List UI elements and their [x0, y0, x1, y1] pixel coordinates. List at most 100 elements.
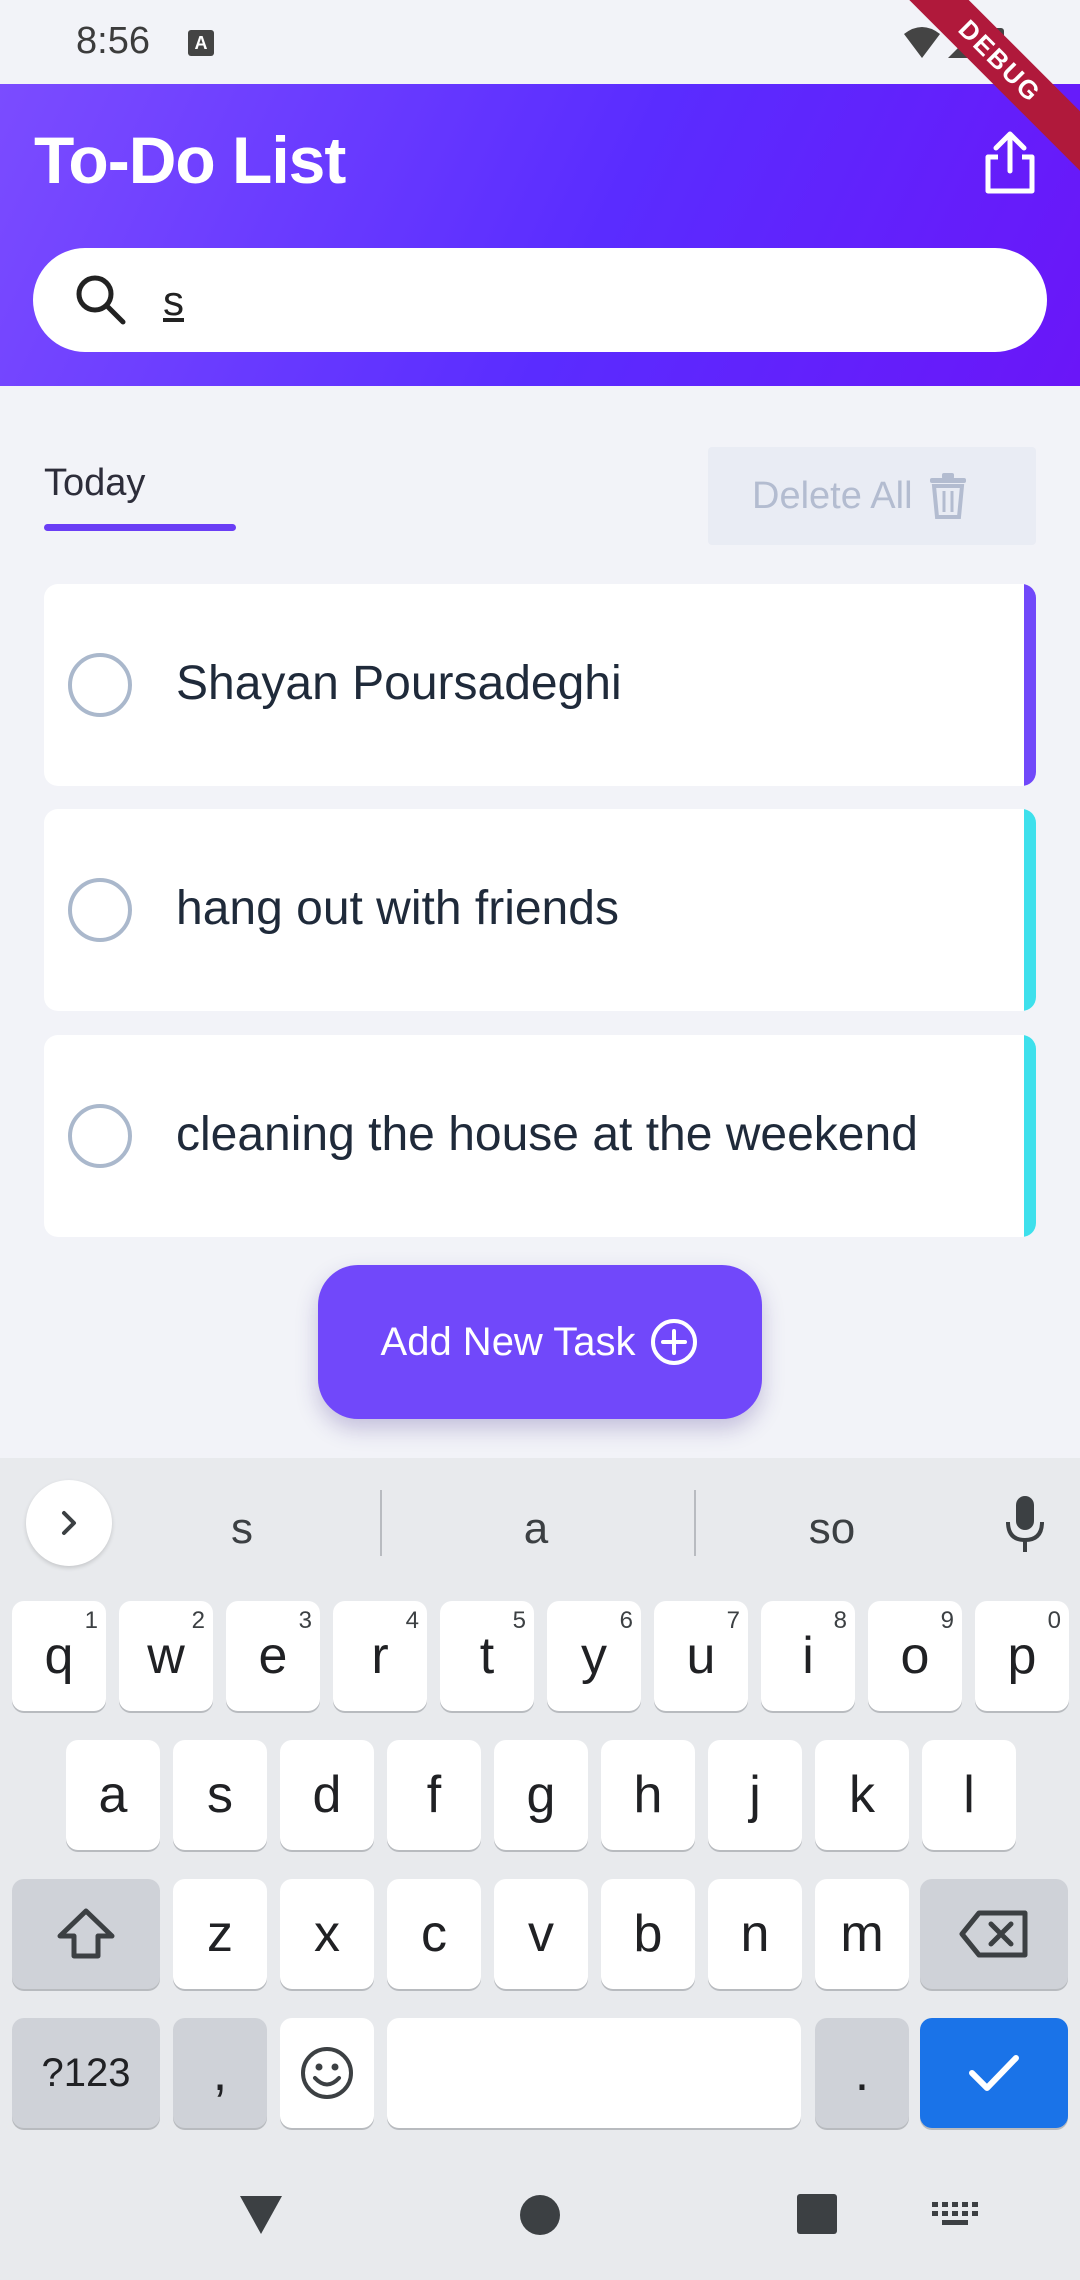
task-accent-bar — [1024, 1035, 1036, 1237]
share-icon — [985, 131, 1035, 194]
chevron-right-icon — [62, 1511, 76, 1535]
task-card[interactable]: Shayan Poursadeghi — [44, 584, 1036, 786]
key-label: y — [581, 1627, 607, 1685]
key-j[interactable]: j — [708, 1740, 802, 1850]
task-title: cleaning the house at the weekend — [176, 1108, 918, 1161]
key-label: r — [371, 1627, 389, 1685]
suggestion-divider — [380, 1490, 382, 1556]
add-new-task-button[interactable]: Add New Task — [318, 1265, 762, 1419]
key-label: t — [479, 1627, 495, 1685]
key-hint: 7 — [726, 1607, 740, 1634]
key-label: i — [802, 1627, 814, 1685]
key-label: q — [44, 1627, 74, 1685]
key-a[interactable]: a — [66, 1740, 160, 1850]
app-screen: 8:56 A DEBUG To-Do List Today — [0, 0, 1080, 2280]
status-time: 8:56 — [76, 20, 150, 62]
key-hint: 2 — [191, 1607, 205, 1634]
key-n[interactable]: n — [708, 1879, 802, 1989]
enter-key[interactable] — [920, 2018, 1068, 2128]
search-bar[interactable] — [33, 248, 1047, 352]
key-c[interactable]: c — [387, 1879, 481, 1989]
page-title: To-Do List — [34, 123, 346, 197]
task-checkbox[interactable] — [68, 1104, 132, 1168]
key-hint: 4 — [405, 1607, 419, 1634]
emoji-icon — [301, 2047, 353, 2099]
shift-icon — [57, 1908, 115, 1959]
key-e[interactable]: e3 — [226, 1601, 320, 1711]
key-s[interactable]: s — [173, 1740, 267, 1850]
comma-key[interactable]: , — [173, 2018, 267, 2128]
tab-today[interactable]: Today — [44, 462, 145, 505]
checkmark-icon — [969, 2055, 1019, 2091]
key-g[interactable]: g — [494, 1740, 588, 1850]
app-header: To-Do List — [0, 84, 1080, 386]
key-f[interactable]: f — [387, 1740, 481, 1850]
key-h[interactable]: h — [601, 1740, 695, 1850]
delete-all-button[interactable]: Delete All — [708, 447, 1036, 545]
task-accent-bar — [1024, 584, 1036, 786]
emoji-key[interactable] — [280, 2018, 374, 2128]
task-card[interactable]: cleaning the house at the weekend — [44, 1035, 1036, 1237]
key-label: e — [258, 1627, 288, 1685]
keyboard-hide-icon[interactable] — [932, 2202, 980, 2232]
key-l[interactable]: l — [922, 1740, 1016, 1850]
key-t[interactable]: t5 — [440, 1601, 534, 1711]
key-z[interactable]: z — [173, 1879, 267, 1989]
plus-circle-icon — [651, 1319, 698, 1365]
space-key[interactable] — [387, 2018, 801, 2128]
key-k[interactable]: k — [815, 1740, 909, 1850]
key-x[interactable]: x — [280, 1879, 374, 1989]
shift-key[interactable] — [12, 1879, 160, 1989]
key-hint: 9 — [940, 1607, 954, 1634]
key-hint: 8 — [833, 1607, 847, 1634]
key-u[interactable]: u7 — [654, 1601, 748, 1711]
task-accent-bar — [1024, 809, 1036, 1011]
key-label: w — [147, 1627, 185, 1685]
key-i[interactable]: i8 — [761, 1601, 855, 1711]
microphone-icon[interactable] — [1000, 1494, 1050, 1554]
task-title: hang out with friends — [176, 882, 619, 935]
key-b[interactable]: b — [601, 1879, 695, 1989]
recents-square-icon[interactable] — [797, 2194, 837, 2234]
home-circle-icon[interactable] — [519, 2194, 561, 2236]
task-card[interactable]: hang out with friends — [44, 809, 1036, 1011]
suggestion-divider — [694, 1490, 696, 1556]
key-r[interactable]: r4 — [333, 1601, 427, 1711]
key-hint: 6 — [619, 1607, 633, 1634]
key-p[interactable]: p0 — [975, 1601, 1069, 1711]
task-title: Shayan Poursadeghi — [176, 657, 622, 710]
suggestion-item[interactable]: so — [732, 1504, 932, 1554]
key-d[interactable]: d — [280, 1740, 374, 1850]
key-hint: 1 — [84, 1607, 98, 1634]
backspace-icon — [959, 1910, 1028, 1958]
back-triangle-icon[interactable] — [238, 2194, 284, 2236]
symbols-key[interactable]: ?123 — [12, 2018, 160, 2128]
notification-icon: A — [188, 30, 214, 56]
task-checkbox[interactable] — [68, 653, 132, 717]
key-y[interactable]: y6 — [547, 1601, 641, 1711]
key-m[interactable]: m — [815, 1879, 909, 1989]
share-button[interactable] — [972, 124, 1048, 200]
status-bar: 8:56 A — [0, 0, 1080, 84]
backspace-key[interactable] — [920, 1879, 1068, 1989]
suggestion-item[interactable]: s — [142, 1504, 342, 1554]
suggestion-expand-button[interactable] — [26, 1480, 112, 1566]
navigation-bar — [0, 2158, 1080, 2280]
search-icon — [76, 275, 126, 325]
delete-all-label: Delete All — [752, 474, 913, 517]
key-v[interactable]: v — [494, 1879, 588, 1989]
key-hint: 5 — [512, 1607, 526, 1634]
soft-keyboard: s a so q1 w2 e3 r4 t5 y6 u7 i8 o9 p0 a s… — [0, 1458, 1080, 2280]
task-checkbox[interactable] — [68, 878, 132, 942]
search-input[interactable] — [163, 266, 1003, 336]
key-o[interactable]: o9 — [868, 1601, 962, 1711]
key-label: o — [900, 1627, 930, 1685]
key-w[interactable]: w2 — [119, 1601, 213, 1711]
key-hint: 0 — [1047, 1607, 1061, 1634]
add-new-task-label: Add New Task — [380, 1319, 636, 1364]
suggestion-strip: s a so — [0, 1458, 1080, 1588]
key-q[interactable]: q1 — [12, 1601, 106, 1711]
suggestion-item[interactable]: a — [436, 1504, 636, 1554]
period-key[interactable]: . — [815, 2018, 909, 2128]
key-label: u — [686, 1627, 716, 1685]
